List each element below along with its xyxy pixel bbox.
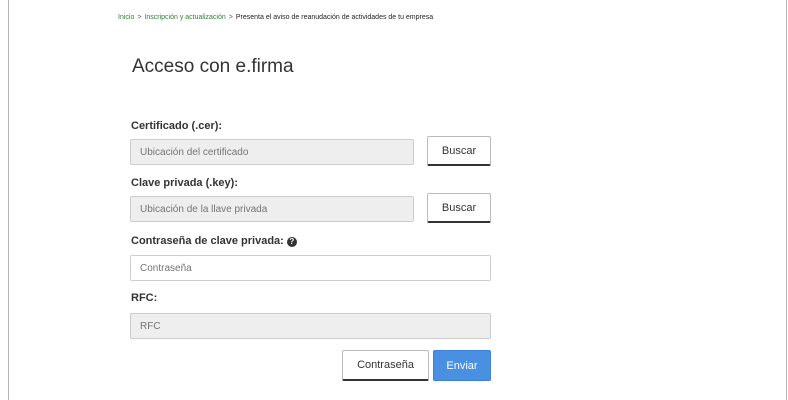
- send-button[interactable]: Enviar: [433, 350, 491, 381]
- breadcrumb-home-link[interactable]: Inicio: [118, 14, 134, 21]
- breadcrumb-section-link[interactable]: Inscripción y actualización: [144, 14, 225, 21]
- password-label: Contraseña de clave privada:: [131, 235, 284, 247]
- breadcrumb-current: Presenta el aviso de reanudación de acti…: [235, 14, 434, 21]
- breadcrumb-separator: >: [137, 14, 142, 21]
- breadcrumb: Inicio > Inscripción y actualización > Prese…: [118, 14, 433, 21]
- breadcrumb-separator: >: [228, 14, 233, 21]
- cert-label: Certificado (.cer):: [131, 120, 223, 132]
- rfc-label: RFC:: [131, 292, 158, 304]
- cert-file-input[interactable]: [130, 139, 414, 165]
- rfc-input[interactable]: [130, 313, 491, 339]
- password-input[interactable]: [130, 255, 491, 281]
- page-title: Acceso con e.firma: [132, 56, 294, 77]
- cert-browse-button[interactable]: Buscar: [427, 136, 491, 166]
- contrasena-button[interactable]: Contraseña: [342, 350, 429, 381]
- question-circle-icon[interactable]: ?: [286, 237, 297, 247]
- key-label: Clave privada (.key):: [131, 177, 238, 189]
- key-file-input[interactable]: [130, 196, 414, 222]
- key-browse-button[interactable]: Buscar: [427, 193, 491, 223]
- password-label-row: Contraseña de clave privada:?: [131, 235, 297, 247]
